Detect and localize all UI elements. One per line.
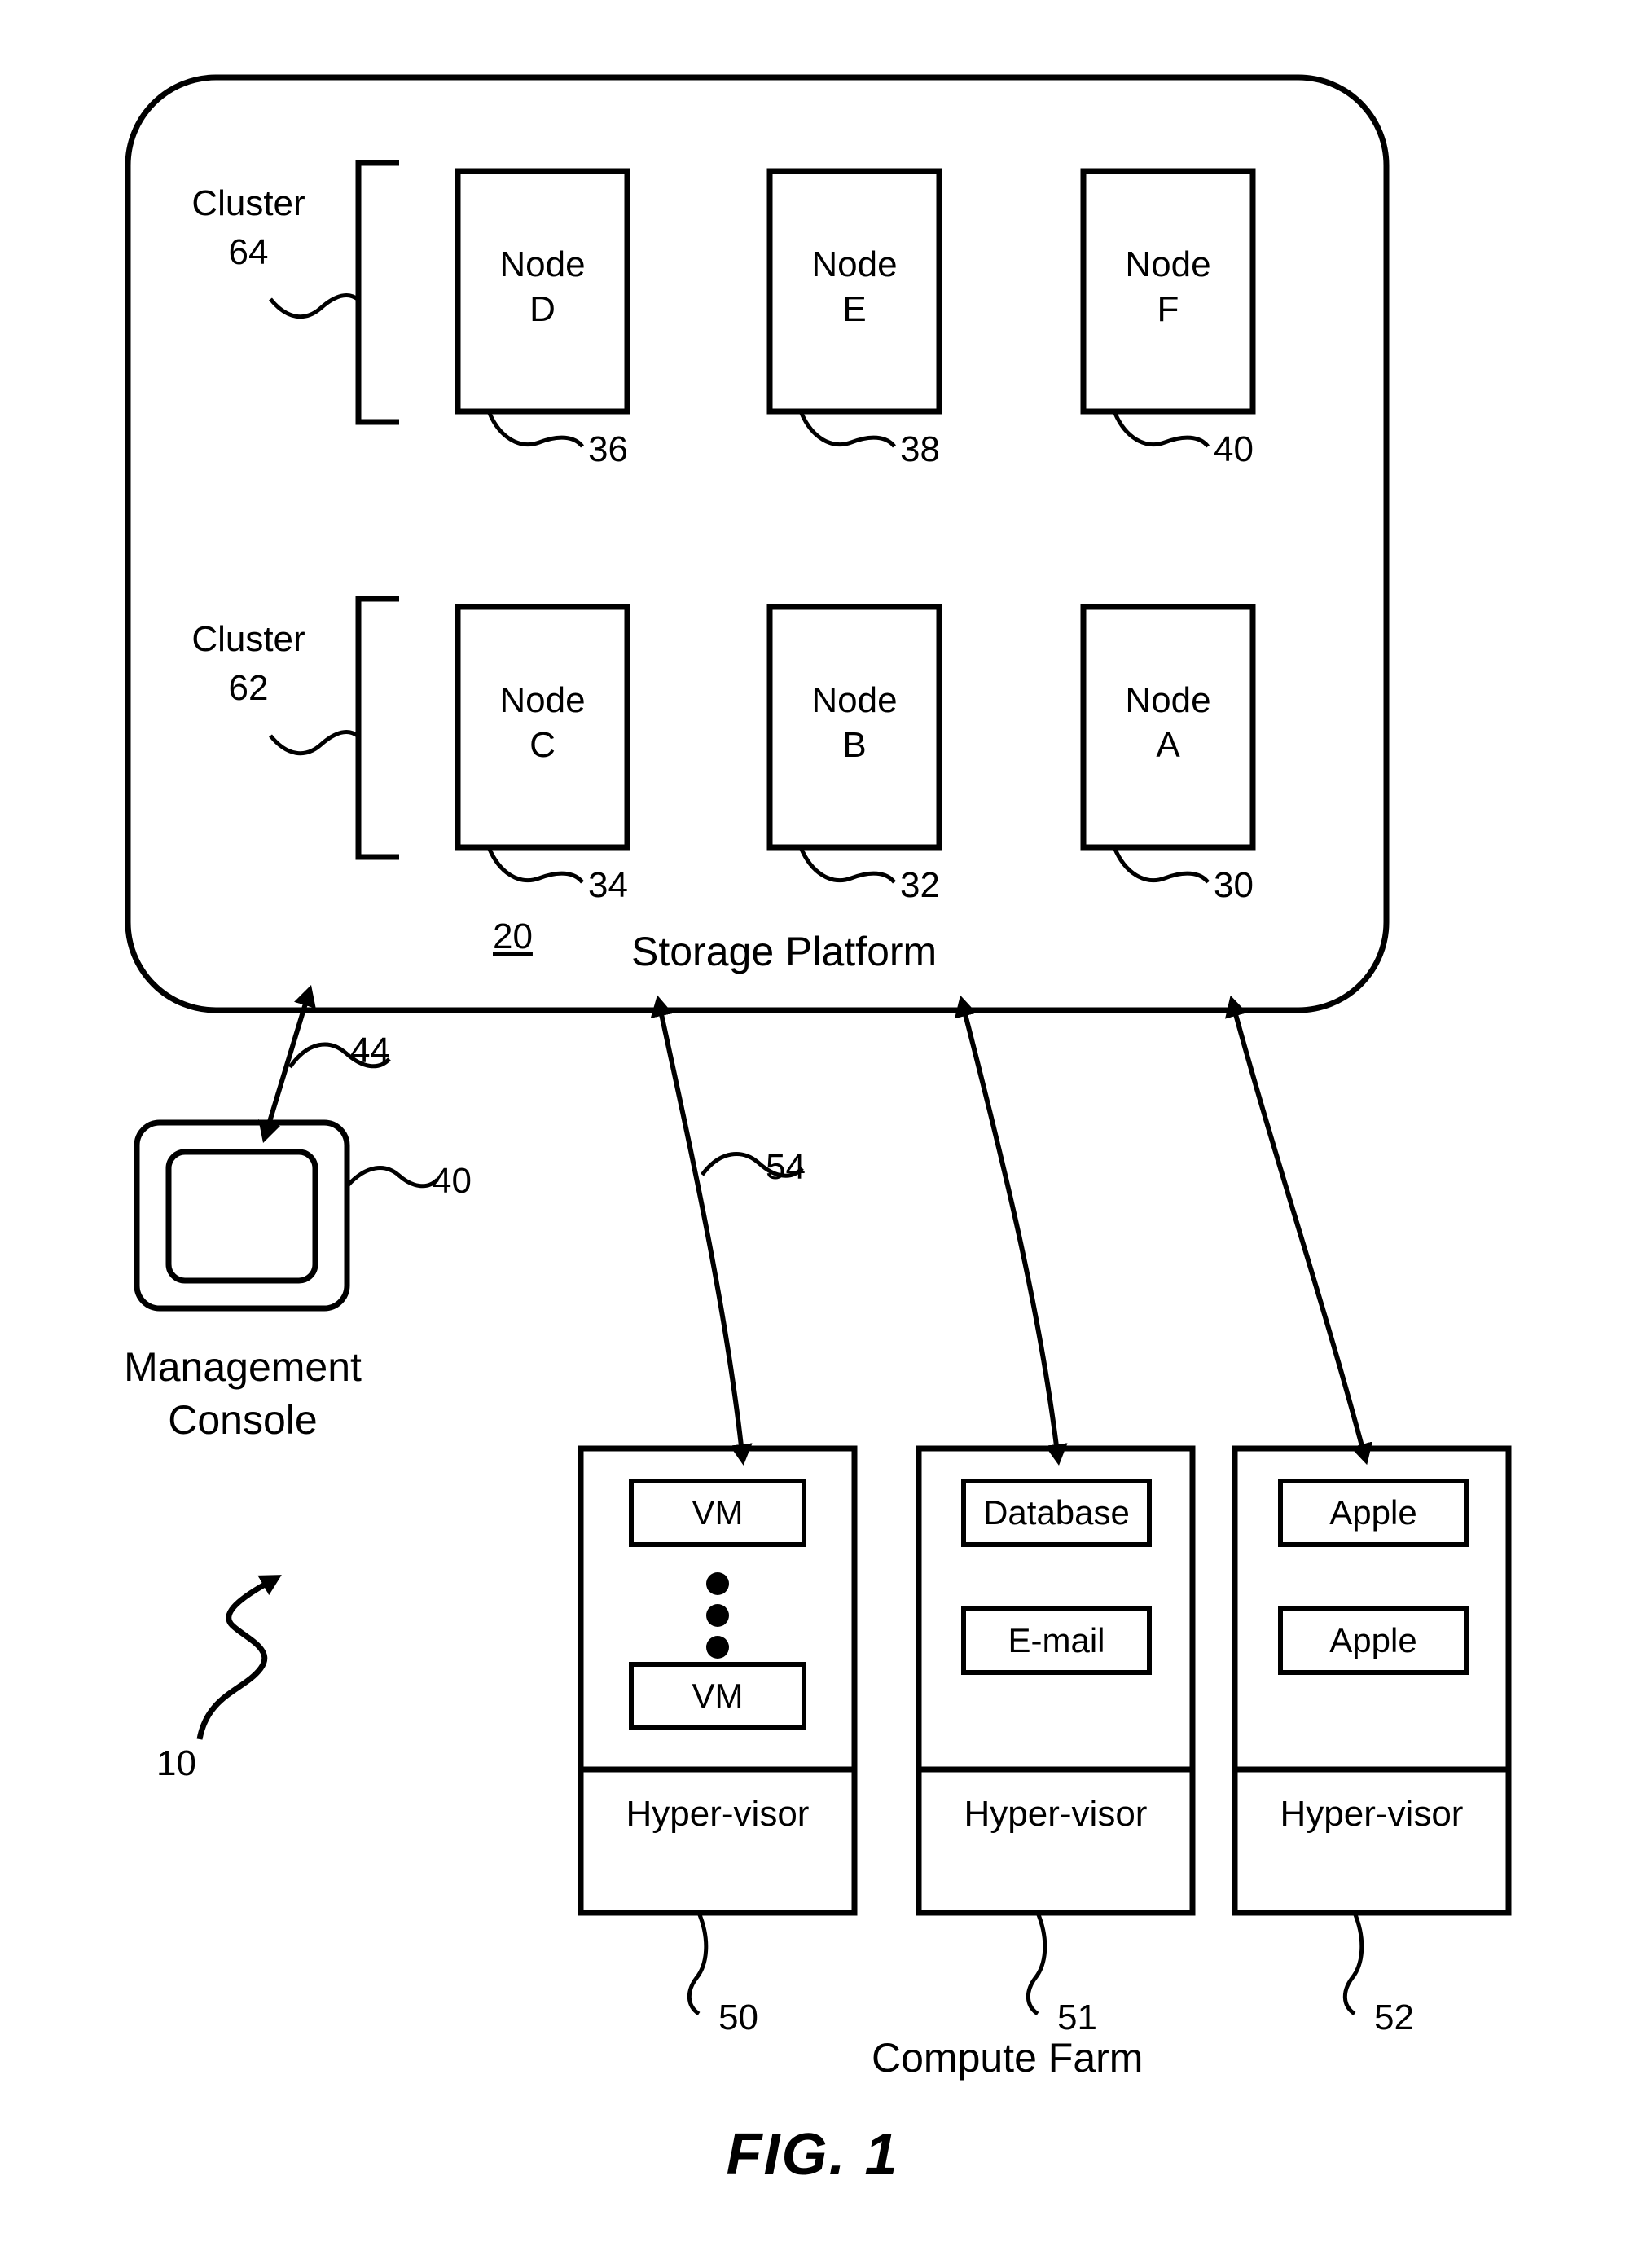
storage-platform-ref: 20 bbox=[493, 916, 533, 956]
compute-link-ref: 54 bbox=[766, 1147, 806, 1187]
node-b-name: Node bbox=[811, 680, 898, 720]
cluster-62-bracket bbox=[355, 596, 399, 860]
node-e-leader bbox=[798, 411, 896, 448]
system-10-leader-arrow bbox=[196, 1575, 282, 1740]
cluster-62-label: Cluster bbox=[191, 619, 305, 659]
compute-link-arrow-2 bbox=[954, 995, 1068, 1466]
server-51-workload-2: E-mail bbox=[1008, 1621, 1105, 1659]
node-b-ref: 32 bbox=[900, 865, 940, 905]
node-a-id: A bbox=[1156, 725, 1180, 765]
storage-platform-title: Storage Platform bbox=[631, 929, 938, 974]
console-40-leader bbox=[346, 1166, 439, 1189]
server-51-ref: 51 bbox=[1057, 1998, 1097, 2037]
node-c-id: C bbox=[529, 725, 556, 765]
node-d-leader bbox=[486, 411, 584, 448]
server-52-workload-1: Apple bbox=[1329, 1493, 1417, 1532]
cluster-64-label: Cluster bbox=[191, 183, 305, 223]
compute-farm-title: Compute Farm bbox=[872, 2035, 1144, 2081]
management-link-ref: 44 bbox=[350, 1031, 390, 1070]
system-ref: 10 bbox=[156, 1743, 196, 1783]
node-d-name: Node bbox=[499, 244, 586, 284]
node-f-leader bbox=[1112, 411, 1210, 448]
node-a-leader bbox=[1112, 846, 1210, 884]
server-52-leader bbox=[1342, 1912, 1364, 2016]
cluster-64-ref: 64 bbox=[228, 232, 269, 272]
node-d-id: D bbox=[529, 289, 556, 329]
server-50-leader bbox=[687, 1912, 709, 2016]
diagram-vector-layer bbox=[125, 74, 1512, 2016]
node-a-name: Node bbox=[1125, 680, 1211, 720]
cluster-62-leader bbox=[269, 730, 360, 756]
patent-figure-page: Cluster 64 Cluster 62 Node D 36 Node E 3… bbox=[0, 0, 1625, 2268]
node-c-ref: 34 bbox=[588, 865, 628, 905]
server-50-workload-2: VM bbox=[692, 1677, 744, 1715]
server-50-workload-1: VM bbox=[692, 1493, 744, 1532]
management-console-label-line1: Management bbox=[124, 1344, 362, 1390]
cluster-64-leader bbox=[269, 293, 360, 319]
management-console-ref: 40 bbox=[432, 1161, 472, 1201]
node-b-leader bbox=[798, 846, 896, 884]
compute-link-arrow-3 bbox=[1225, 995, 1373, 1466]
server-52-hypervisor: Hyper-visor bbox=[1280, 1794, 1464, 1834]
node-f-name: Node bbox=[1125, 244, 1211, 284]
node-a-ref: 30 bbox=[1214, 865, 1254, 905]
compute-link-arrow-1 bbox=[650, 995, 753, 1466]
cluster-62-ref: 62 bbox=[228, 668, 269, 708]
node-f-ref: 40 bbox=[1214, 429, 1254, 469]
node-b-id: B bbox=[842, 725, 867, 765]
node-e-ref: 38 bbox=[900, 429, 940, 469]
server-50-hypervisor: Hyper-visor bbox=[626, 1794, 810, 1834]
server-52-workload-2: Apple bbox=[1329, 1621, 1417, 1659]
management-console-link-arrow bbox=[258, 985, 316, 1143]
node-e-id: E bbox=[842, 289, 867, 329]
server-51-workload-1: Database bbox=[983, 1493, 1130, 1532]
server-51-hypervisor: Hyper-visor bbox=[964, 1794, 1148, 1834]
node-f-id: F bbox=[1157, 289, 1179, 329]
cluster-64-bracket bbox=[355, 160, 399, 425]
figure-caption: FIG. 1 bbox=[726, 2122, 899, 2187]
node-e-name: Node bbox=[811, 244, 898, 284]
node-c-name: Node bbox=[499, 680, 586, 720]
node-c-leader bbox=[486, 846, 584, 884]
server-52-ref: 52 bbox=[1374, 1998, 1414, 2037]
management-console-label-line2: Console bbox=[168, 1397, 318, 1443]
server-50-ref: 50 bbox=[718, 1998, 758, 2037]
management-console-icon bbox=[134, 1119, 350, 1312]
node-d-ref: 36 bbox=[588, 429, 628, 469]
server-51-leader bbox=[1026, 1912, 1047, 2016]
